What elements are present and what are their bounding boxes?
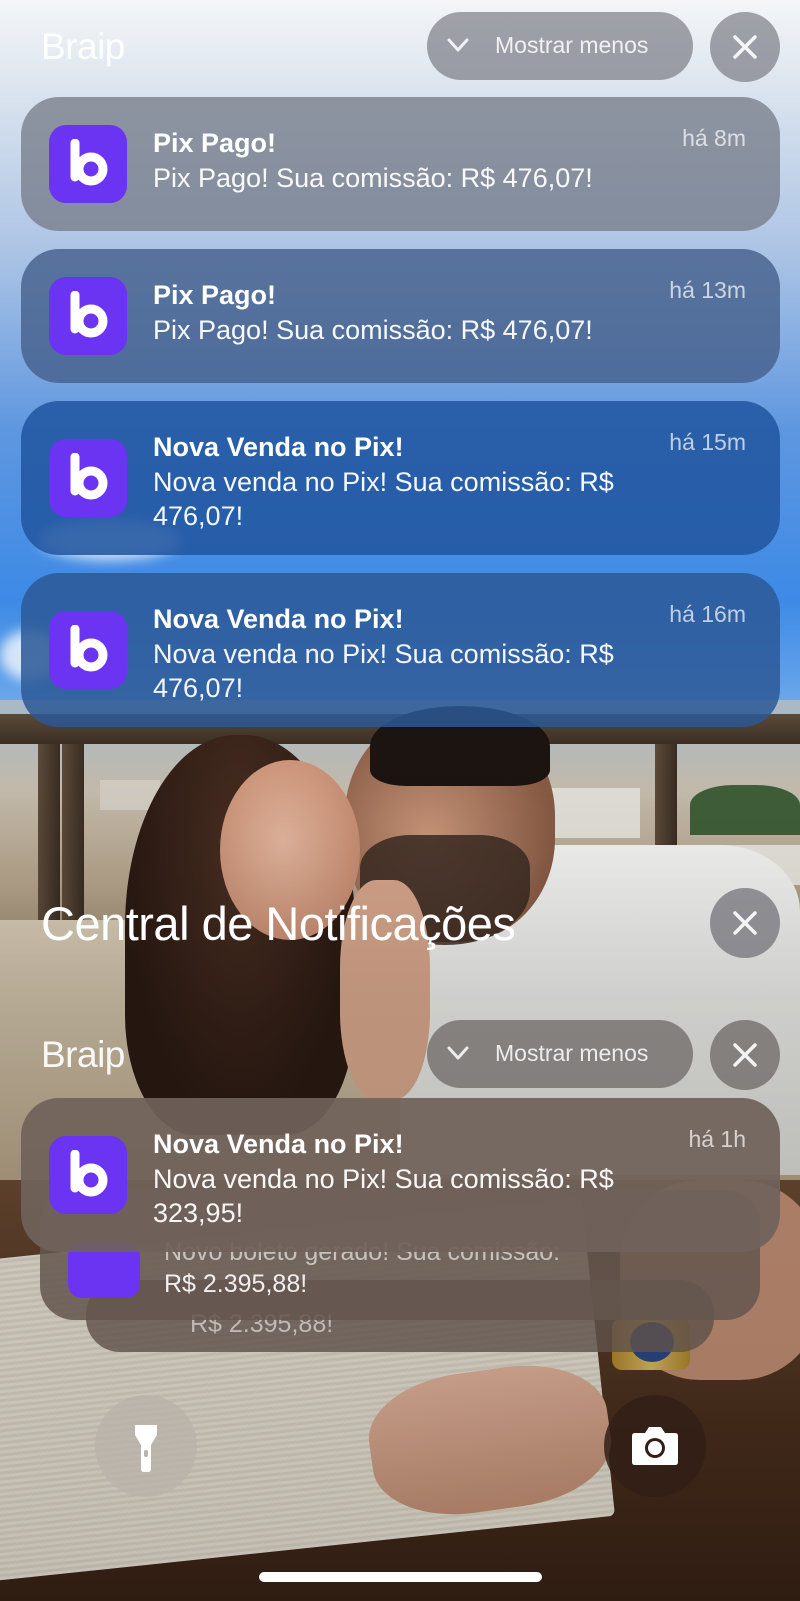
notification-title: Nova Venda no Pix! [153, 1129, 404, 1159]
notification-card[interactable]: Nova Venda no Pix! Nova venda no Pix! Su… [21, 573, 780, 727]
notification-center-title: Central de Notificações [41, 897, 516, 950]
close-icon [733, 1043, 757, 1067]
notification-card[interactable]: Nova Venda no Pix! Nova venda no Pix! Su… [21, 401, 780, 555]
notification-title: Nova Venda no Pix! [153, 604, 404, 634]
braip-b-icon [49, 611, 127, 689]
close-icon [733, 911, 757, 935]
notification-body: Nova venda no Pix! Sua comissão: R$ 323,… [153, 1164, 614, 1228]
braip-b-icon [49, 277, 127, 355]
home-indicator[interactable] [259, 1572, 542, 1582]
show-less-button[interactable]: Mostrar menos [427, 12, 693, 80]
flashlight-icon [135, 1425, 157, 1472]
flashlight-button[interactable] [95, 1395, 197, 1497]
notification-title: Nova Venda no Pix! [153, 432, 404, 462]
app-group-title: Braip [41, 1034, 125, 1075]
chevron-down-icon [447, 1046, 469, 1060]
show-less-label: Mostrar menos [495, 1040, 649, 1066]
notification-time: há 8m [682, 125, 746, 151]
close-icon [733, 35, 757, 59]
notification-card[interactable]: Nova Venda no Pix! Nova venda no Pix! Su… [21, 1098, 780, 1252]
notification-time: há 13m [669, 277, 746, 303]
show-less-label: Mostrar menos [495, 32, 649, 58]
notification-title: Pix Pago! [153, 280, 277, 310]
notification-time: há 16m [669, 601, 746, 627]
braip-b-icon [49, 125, 127, 203]
clear-all-button[interactable] [710, 888, 780, 958]
notification-body: Pix Pago! Sua comissão: R$ 476,07! [153, 163, 593, 193]
wallpaper-photo [0, 0, 800, 1601]
top-group-header: Braip Mostrar menos [0, 12, 800, 82]
clear-group-button[interactable] [710, 1020, 780, 1090]
notification-time: há 15m [669, 429, 746, 455]
notification-body: Nova venda no Pix! Sua comissão: R$ 476,… [153, 467, 614, 531]
notification-time: há 1h [688, 1126, 746, 1152]
notification-card[interactable]: Pix Pago! Pix Pago! Sua comissão: R$ 476… [21, 249, 780, 383]
camera-icon [632, 1427, 678, 1465]
stacked-notification-text: R$ 2.395,88! [164, 1270, 308, 1298]
chevron-down-icon [447, 38, 469, 52]
braip-b-icon [49, 1136, 127, 1214]
camera-button[interactable] [604, 1395, 706, 1497]
clear-group-button[interactable] [710, 12, 780, 82]
notification-title: Pix Pago! [153, 128, 277, 158]
braip-b-icon [49, 439, 127, 517]
bottom-group-header: Braip Mostrar menos [0, 1020, 800, 1090]
app-group-title: Braip [41, 26, 125, 67]
show-less-button[interactable]: Mostrar menos [427, 1020, 693, 1088]
notification-body: Nova venda no Pix! Sua comissão: R$ 476,… [153, 639, 614, 703]
notification-card[interactable]: Pix Pago! Pix Pago! Sua comissão: R$ 476… [21, 97, 780, 231]
vignette [0, 0, 800, 1601]
notification-body: Pix Pago! Sua comissão: R$ 476,07! [153, 315, 593, 345]
